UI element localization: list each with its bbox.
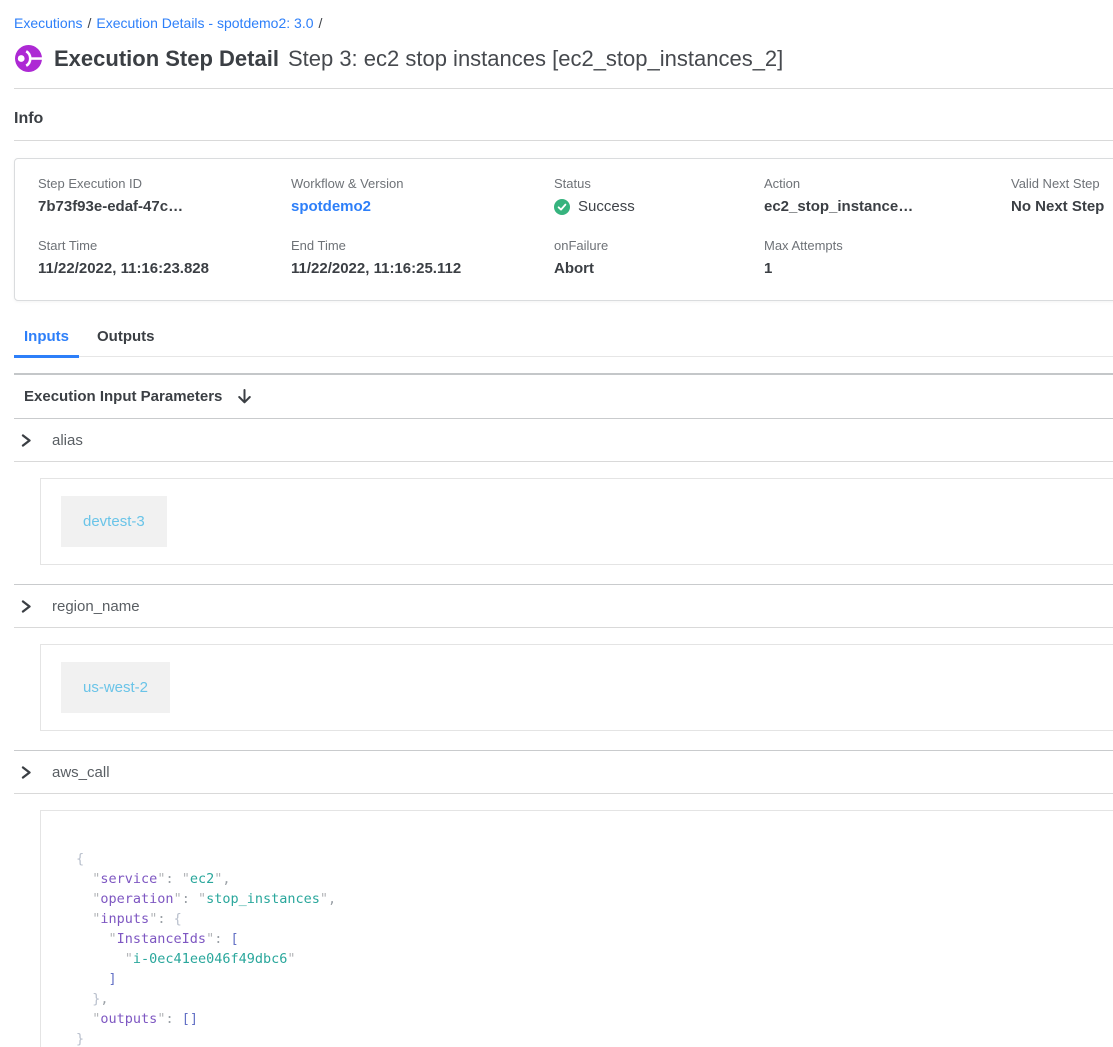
section-label: aws_call [52, 764, 110, 781]
field-value: 1 [764, 260, 1011, 277]
region-name-value-box: us-west-2 [40, 644, 1113, 731]
aws-call-code: { "service": "ec2", "operation": "stop_i… [76, 849, 1113, 1047]
status-text: Success [578, 198, 635, 215]
tab-inputs[interactable]: Inputs [14, 324, 79, 358]
page-header: Execution Step Detail Step 3: ec2 stop i… [14, 44, 1113, 73]
page-title: Execution Step Detail [54, 46, 279, 72]
params-title: Execution Input Parameters [24, 388, 222, 405]
page-subtitle: Step 3: ec2 stop instances [ec2_stop_ins… [288, 46, 783, 72]
section-row-region-name[interactable]: region_name [14, 584, 1113, 627]
section-label: region_name [52, 598, 140, 615]
breadcrumb-link-executions[interactable]: Executions [14, 15, 82, 31]
chevron-right-icon [20, 600, 32, 613]
info-divider [14, 140, 1113, 141]
status-badge: Success [554, 198, 764, 215]
section-row-alias[interactable]: alias [14, 418, 1113, 461]
field-start-time: Start Time 11/22/2022, 11:16:23.828 [38, 238, 291, 277]
field-label: Valid Next Step [1011, 176, 1113, 191]
field-step-execution-id: Step Execution ID 7b73f93e-edaf-47c… [38, 176, 291, 215]
down-arrow-icon[interactable] [236, 388, 253, 405]
header-divider [14, 88, 1113, 89]
chevron-right-icon [20, 434, 32, 447]
tab-outputs[interactable]: Outputs [87, 324, 165, 356]
tab-bar: Inputs Outputs [14, 324, 1113, 357]
alias-value-chip: devtest-3 [61, 496, 167, 547]
section-content-region-name: us-west-2 [14, 628, 1113, 750]
field-label: Max Attempts [764, 238, 1011, 253]
alias-value-box: devtest-3 [40, 478, 1113, 565]
field-status: Status Success [554, 176, 764, 215]
field-workflow-version: Workflow & Version spotdemo2 [291, 176, 554, 215]
execution-step-detail-page: Executions / Execution Details - spotdemo2… [0, 0, 1113, 1047]
field-label: End Time [291, 238, 554, 253]
field-action: Action ec2_stop_instance… [764, 176, 1011, 215]
breadcrumb-separator: / [319, 15, 323, 31]
field-label: Action [764, 176, 1011, 191]
section-content-aws-call: { "service": "ec2", "operation": "stop_i… [14, 794, 1113, 1047]
breadcrumb: Executions / Execution Details - spotdemo2… [14, 0, 1113, 31]
section-label: alias [52, 432, 83, 449]
field-value: 11/22/2022, 11:16:25.112 [291, 260, 554, 277]
info-heading: Info [14, 110, 1113, 128]
field-label: Start Time [38, 238, 291, 253]
breadcrumb-separator: / [87, 15, 91, 31]
info-card: Step Execution ID 7b73f93e-edaf-47c… Wor… [14, 158, 1113, 301]
section-row-aws-call[interactable]: aws_call [14, 750, 1113, 793]
workflow-link[interactable]: spotdemo2 [291, 198, 554, 215]
aws-call-code-box: { "service": "ec2", "operation": "stop_i… [40, 810, 1113, 1047]
chevron-right-icon [20, 766, 32, 779]
field-value: No Next Step [1011, 198, 1113, 215]
check-circle-icon [554, 199, 570, 215]
breadcrumb-link-execution-details[interactable]: Execution Details - spotdemo2: 3.0 [96, 15, 313, 31]
field-value: 7b73f93e-edaf-47c… [38, 198, 291, 215]
workflow-logo-icon [14, 44, 43, 73]
field-valid-next-step: Valid Next Step No Next Step [1011, 176, 1113, 215]
field-value: Abort [554, 260, 764, 277]
field-end-time: End Time 11/22/2022, 11:16:25.112 [291, 238, 554, 277]
field-label: Status [554, 176, 764, 191]
field-value: 11/22/2022, 11:16:23.828 [38, 260, 291, 277]
field-label: Step Execution ID [38, 176, 291, 191]
params-header: Execution Input Parameters [14, 375, 1113, 418]
field-max-attempts: Max Attempts 1 [764, 238, 1011, 277]
field-onfailure: onFailure Abort [554, 238, 764, 277]
field-label: Workflow & Version [291, 176, 554, 191]
field-label: onFailure [554, 238, 764, 253]
field-value: ec2_stop_instance… [764, 198, 1011, 215]
section-content-alias: devtest-3 [14, 462, 1113, 584]
region-name-value-chip: us-west-2 [61, 662, 170, 713]
